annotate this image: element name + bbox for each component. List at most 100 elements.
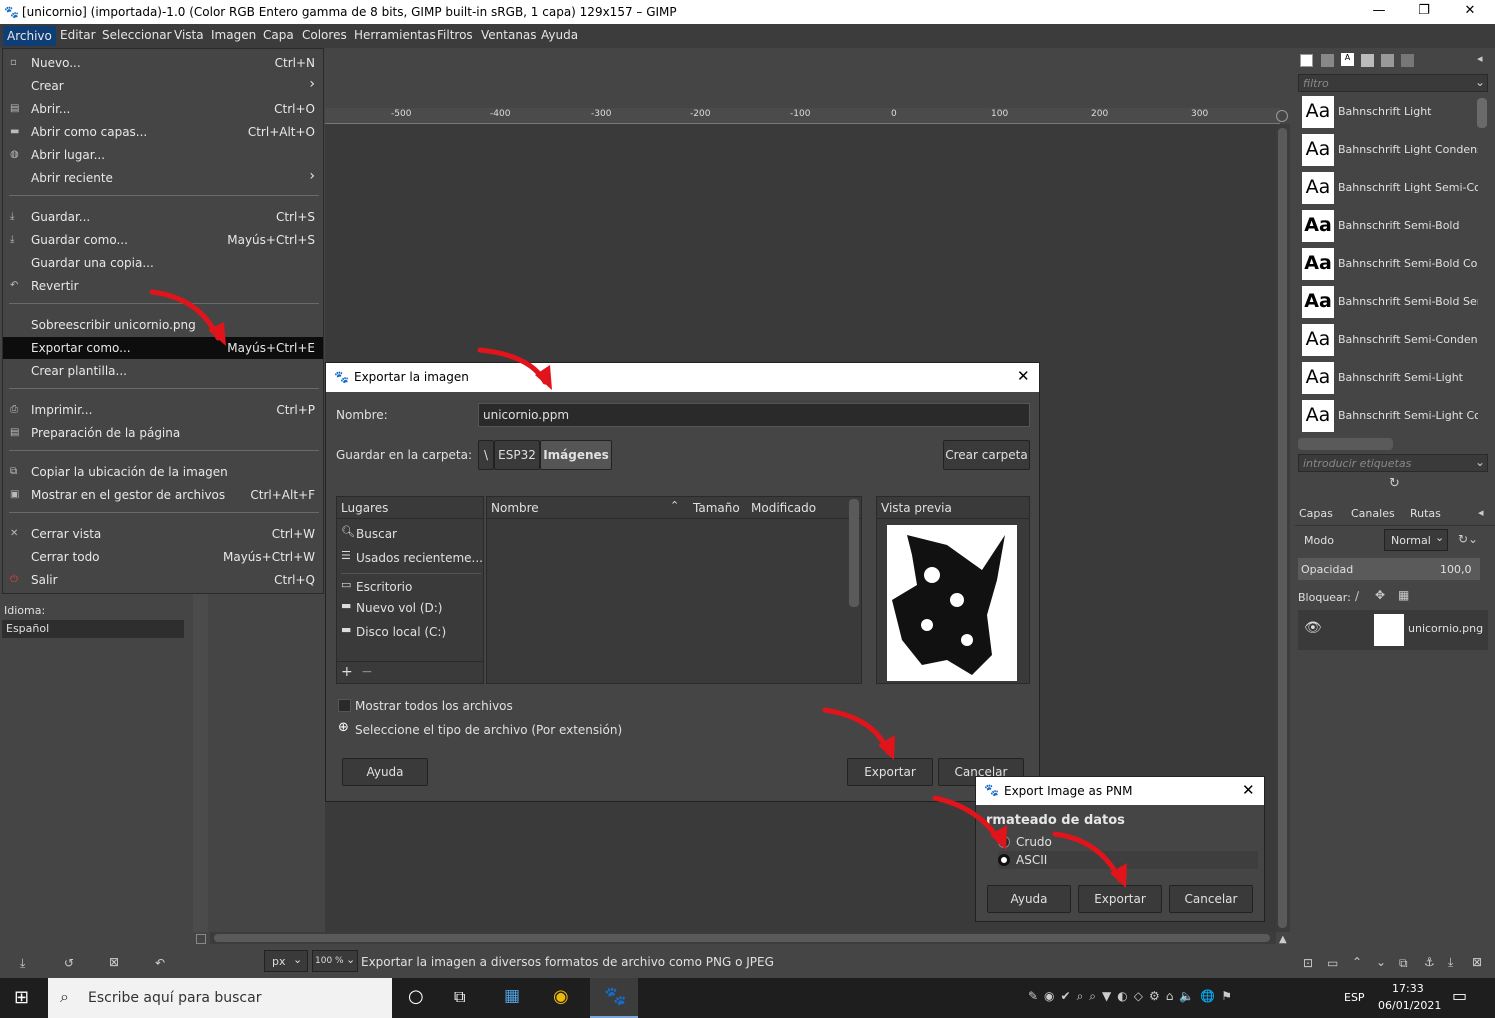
- menu-item-sobreescribir[interactable]: Sobreescribir unicornio.png: [3, 314, 323, 336]
- font-item[interactable]: Aa Bahnschrift Semi-Light: [1300, 360, 1476, 398]
- windows-start-icon[interactable]: ⊞: [14, 987, 29, 1008]
- tab-rutas[interactable]: Rutas: [1410, 507, 1441, 520]
- menu-seleccionar[interactable]: Seleccionar: [102, 28, 171, 42]
- export-button[interactable]: Exportar: [847, 758, 933, 786]
- horizontal-scrollbar[interactable]: [210, 932, 1276, 944]
- lock-position-icon[interactable]: ✥: [1375, 588, 1385, 602]
- font-item[interactable]: Aa Bahnschrift Light Semi-Conde: [1300, 170, 1478, 208]
- delete-layer-icon[interactable]: ⊠: [1472, 955, 1482, 969]
- menu-capa[interactable]: Capa: [263, 28, 294, 42]
- duplicate-layer-icon[interactable]: ⧉: [1399, 956, 1408, 971]
- font-icon[interactable]: A: [1341, 53, 1354, 66]
- minimize-button[interactable]: —: [1356, 2, 1402, 22]
- help-button[interactable]: Ayuda: [342, 758, 428, 786]
- font-item[interactable]: Aa Bahnschrift Light Condensed: [1300, 132, 1478, 170]
- zoom-select[interactable]: 100 % ⌄: [312, 950, 358, 972]
- font-item[interactable]: Aa Bahnschrift Light: [1300, 94, 1476, 132]
- taskbar-search-box[interactable]: ⌕ Escribe aquí para buscar: [48, 978, 392, 1018]
- menu-item-abrir-capas[interactable]: ▬ Abrir como capas... Ctrl+Alt+O: [3, 121, 323, 143]
- menu-item-mostrar-gestor[interactable]: ▣ Mostrar en el gestor de archivos Ctrl+Al…: [3, 484, 323, 506]
- file-type-expander[interactable]: Seleccione el tipo de archivo (Por exten…: [355, 723, 622, 737]
- quick-mask-icon[interactable]: [196, 934, 206, 944]
- menu-item-exportar-como[interactable]: Exportar como... Mayús+Ctrl+E: [3, 337, 323, 359]
- menu-vista[interactable]: Vista: [174, 28, 204, 42]
- pnm-cancel-button[interactable]: Cancelar: [1169, 885, 1253, 913]
- font-list-hscroll[interactable]: [1298, 438, 1393, 450]
- font-item[interactable]: Aa Bahnschrift Semi-Bold Conde: [1300, 246, 1478, 284]
- menu-colores[interactable]: Colores: [302, 28, 347, 42]
- menu-archivo[interactable]: Archivo: [3, 26, 56, 46]
- dock-menu-icon[interactable]: ◂: [1477, 52, 1483, 65]
- menu-item-crear[interactable]: Crear ›: [3, 75, 323, 97]
- column-tamano[interactable]: Tamaño: [693, 501, 740, 515]
- filename-input[interactable]: unicornio.ppm: [478, 403, 1030, 427]
- add-bookmark-icon[interactable]: +: [341, 664, 353, 680]
- reset-icon[interactable]: ↶: [155, 956, 165, 970]
- eye-icon[interactable]: 👁: [1304, 620, 1322, 636]
- menu-item-crear-plantilla[interactable]: Crear plantilla...: [3, 360, 323, 382]
- radio-crudo[interactable]: Crudo: [998, 833, 1258, 851]
- create-folder-button[interactable]: Crear carpeta: [943, 440, 1030, 470]
- clock-date[interactable]: 06/01/2021: [1378, 999, 1441, 1012]
- new-group-icon[interactable]: ▭: [1327, 956, 1338, 970]
- language-indicator[interactable]: ESP: [1344, 991, 1365, 1004]
- vertical-scrollbar[interactable]: [1276, 124, 1290, 932]
- taskbar-gimp-button[interactable]: 🐾: [590, 978, 638, 1018]
- tab-canales[interactable]: Canales: [1351, 507, 1395, 520]
- font-item[interactable]: Aa Bahnschrift Semi-Bold: [1300, 208, 1476, 246]
- menu-item-copiar-ubicacion[interactable]: ⧉ Copiar la ubicación de la imagen: [3, 461, 323, 483]
- show-all-checkbox[interactable]: [338, 699, 351, 712]
- zoom-navigate-icon[interactable]: [1276, 110, 1288, 122]
- menu-item-cerrar-vista[interactable]: ✕ Cerrar vista Ctrl+W: [3, 523, 323, 545]
- save-icon[interactable]: ⤓: [20, 956, 25, 971]
- menu-item-guardar[interactable]: ⤓ Guardar... Ctrl+S: [3, 206, 323, 228]
- place-disco-local[interactable]: ▬ Disco local (C:): [337, 621, 483, 643]
- menu-herramientas[interactable]: Herramientas: [354, 28, 436, 42]
- opacity-slider[interactable]: Opacidad 100,0: [1298, 558, 1480, 580]
- scroll-thumb[interactable]: [214, 934, 1270, 942]
- cortana-icon[interactable]: ○: [408, 986, 424, 1007]
- place-recientes[interactable]: ☰ Usados recienteme...: [337, 547, 483, 569]
- lower-layer-icon[interactable]: ⌄: [1376, 955, 1386, 969]
- expander-icon[interactable]: ⊕: [338, 720, 349, 735]
- menu-filtros[interactable]: Filtros: [437, 28, 473, 42]
- place-nuevo-vol[interactable]: ▬ Nuevo vol (D:): [337, 597, 483, 619]
- tags-input[interactable]: introducir etiquetas ⌄: [1298, 454, 1488, 472]
- refresh-icon[interactable]: ↻: [1389, 476, 1400, 491]
- menu-item-imprimir[interactable]: ⎙ Imprimir... Ctrl+P: [3, 399, 323, 421]
- system-tray-icons[interactable]: ✎◉✔⌕⌕▼◐◇⚙⌂🔈🌐⚑: [1028, 989, 1238, 1004]
- menu-item-guardar-como[interactable]: ⤓ Guardar como... Mayús+Ctrl+S: [3, 229, 323, 251]
- clock-time[interactable]: 17:33: [1392, 982, 1424, 995]
- pnm-help-button[interactable]: Ayuda: [987, 885, 1071, 913]
- menu-ayuda[interactable]: Ayuda: [541, 28, 578, 42]
- composite-mode-icon[interactable]: ↻⌄: [1458, 532, 1478, 546]
- file-list[interactable]: Nombre ⌃ Tamaño Modificado: [486, 496, 862, 684]
- tab-capas[interactable]: Capas: [1299, 507, 1333, 520]
- close-icon[interactable]: ✕: [1242, 781, 1255, 799]
- column-modificado[interactable]: Modificado: [751, 501, 816, 515]
- notifications-icon[interactable]: ▭: [1452, 986, 1467, 1005]
- font-item[interactable]: Aa Bahnschrift Semi-Condensed: [1300, 322, 1478, 360]
- menu-ventanas[interactable]: Ventanas: [481, 28, 537, 42]
- fg-bg-icon[interactable]: [1300, 54, 1313, 67]
- path-esp32-button[interactable]: ESP32: [494, 440, 540, 470]
- gradient-icon[interactable]: [1381, 54, 1394, 67]
- menu-item-abrir[interactable]: ▤ Abrir... Ctrl+O: [3, 98, 323, 120]
- menu-item-preparacion[interactable]: ▤ Preparación de la página: [3, 422, 323, 444]
- lock-alpha-icon[interactable]: ▦: [1398, 588, 1409, 602]
- chrome-icon[interactable]: ◉: [553, 986, 569, 1007]
- font-filter-input[interactable]: filtro ⌄: [1298, 74, 1488, 92]
- column-nombre[interactable]: Nombre: [491, 501, 539, 515]
- pattern-icon[interactable]: [1321, 54, 1334, 67]
- close-icon[interactable]: ✕: [1017, 367, 1030, 385]
- layer-row[interactable]: 👁 unicornio.png: [1298, 610, 1488, 650]
- mode-select[interactable]: Normal ⌄: [1384, 529, 1448, 551]
- raise-layer-icon[interactable]: ⌃: [1352, 955, 1362, 969]
- calculator-icon[interactable]: ▦: [504, 986, 520, 1006]
- menu-item-guardar-copia[interactable]: Guardar una copia...: [3, 252, 323, 274]
- close-window-button[interactable]: ✕: [1447, 2, 1493, 22]
- menu-editar[interactable]: Editar: [60, 28, 96, 42]
- menu-item-revertir[interactable]: ↶ Revertir: [3, 275, 323, 297]
- navigate-arrow-icon[interactable]: ▲: [1279, 934, 1287, 945]
- undo-icon[interactable]: ↺: [64, 956, 74, 970]
